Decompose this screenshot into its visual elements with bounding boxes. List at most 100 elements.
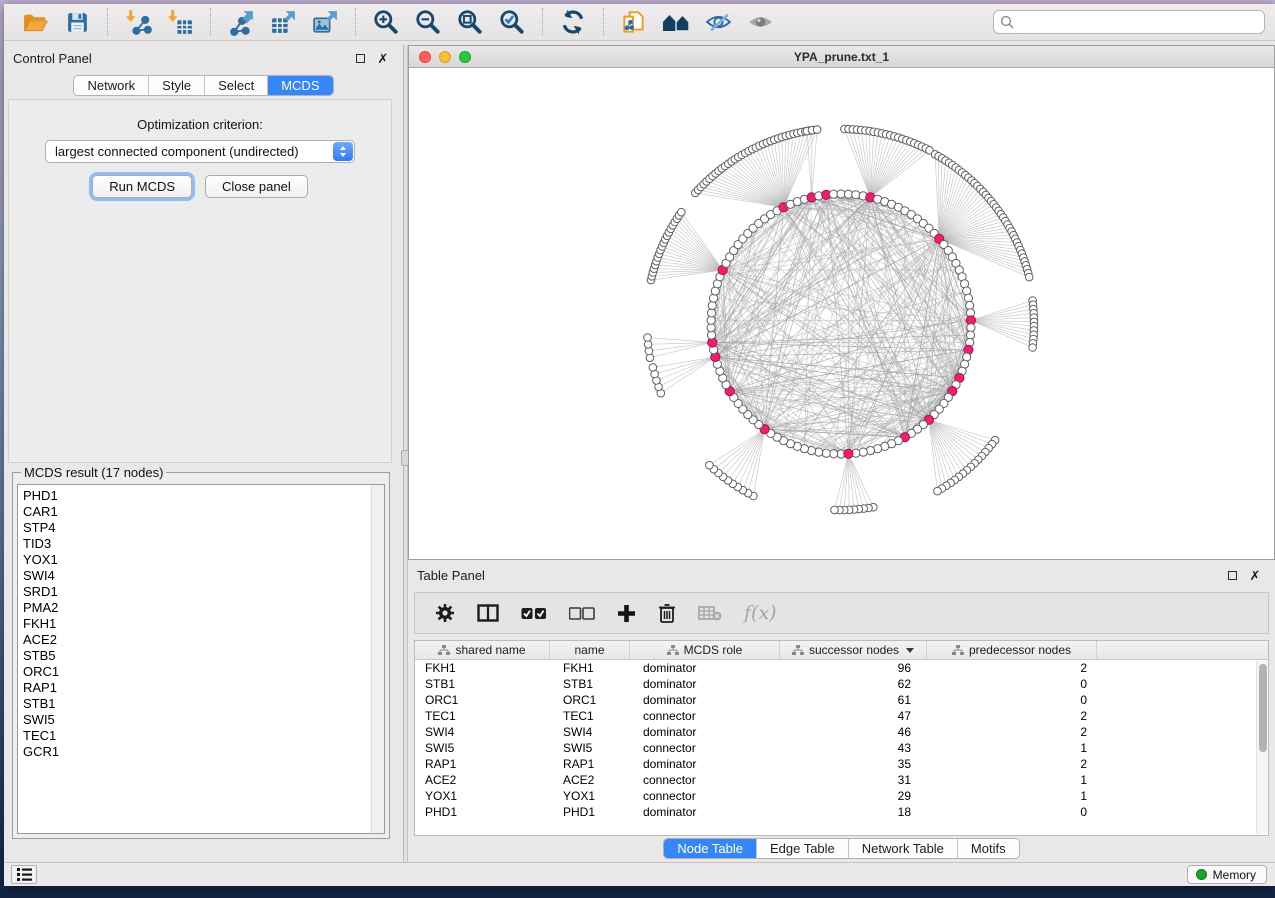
mcds-result-item[interactable]: SRD1 [23,584,384,600]
mcds-result-item[interactable]: STB1 [23,696,384,712]
mcds-result-item[interactable]: ORC1 [23,664,384,680]
mcds-result-item[interactable]: GCR1 [23,744,384,760]
graph-node[interactable] [706,461,714,469]
table-row[interactable]: ORC1ORC1dominator610 [415,692,1268,708]
table-row[interactable]: SWI4SWI4dominator462 [415,724,1268,740]
graph-node[interactable] [1025,273,1033,281]
graph-node[interactable] [678,208,686,216]
import-network-button[interactable] [120,7,156,37]
mcds-result-list[interactable]: PHD1CAR1STP4TID3YOX1SWI4SRD1PMA2FKH1ACE2… [17,484,385,834]
tab-select[interactable]: Select [204,76,267,95]
show-column-panel-button[interactable] [477,604,499,622]
minimize-traffic-light[interactable] [439,51,451,63]
mcds-result-item[interactable]: STB5 [23,648,384,664]
new-network-from-selection-button[interactable] [616,7,652,37]
mcds-result-item[interactable]: FKH1 [23,616,384,632]
select-all-columns-button[interactable] [521,607,547,620]
zoom-selected-button[interactable] [494,7,530,37]
network-graph[interactable] [409,68,1274,559]
show-all-button[interactable] [742,7,778,37]
run-mcds-button[interactable]: Run MCDS [92,175,192,198]
graph-node[interactable] [966,331,974,339]
column-header-name[interactable]: name [550,641,630,659]
hide-selected-button[interactable] [700,7,736,37]
column-header-successor-nodes[interactable]: successor nodes [780,641,927,659]
mcds-result-item[interactable]: CAR1 [23,504,384,520]
graph-node[interactable] [708,301,716,309]
table-row[interactable]: FKH1FKH1dominator962 [415,660,1268,676]
mcds-result-item[interactable]: ACE2 [23,632,384,648]
graph-node[interactable] [966,301,974,309]
export-table-button[interactable] [265,7,301,37]
table-row[interactable]: PHD1PHD1dominator180 [415,804,1268,820]
search-input[interactable] [993,10,1265,34]
graph-node[interactable] [831,506,839,514]
table-row[interactable]: YOX1YOX1connector291 [415,788,1268,804]
open-file-button[interactable] [17,7,53,37]
node-table[interactable]: shared namenameMCDS rolesuccessor nodesp… [414,640,1269,836]
table-settings-button[interactable] [435,603,455,623]
graph-node[interactable] [644,334,652,342]
list-scrollbar[interactable] [371,485,384,833]
tab-network-table[interactable]: Network Table [848,839,957,858]
export-image-button[interactable] [307,7,343,37]
graph-node[interactable] [859,448,867,456]
tab-style[interactable]: Style [148,76,204,95]
mcds-result-item[interactable]: SWI5 [23,712,384,728]
graph-node[interactable] [964,294,972,302]
graph-node[interactable] [707,309,715,317]
mcds-result-item[interactable]: RAP1 [23,680,384,696]
import-table-button[interactable] [162,7,198,37]
close-traffic-light[interactable] [419,51,431,63]
mcds-result-item[interactable]: STP4 [23,520,384,536]
save-session-button[interactable] [59,7,95,37]
mcds-result-item[interactable]: SWI4 [23,568,384,584]
column-header-predecessor-nodes[interactable]: predecessor nodes [927,641,1097,659]
memory-button[interactable]: Memory [1187,865,1267,884]
graph-node[interactable] [649,364,657,372]
optimization-criterion-select[interactable]: largest connected component (undirected) [45,140,355,163]
graph-node[interactable] [1029,344,1037,352]
apply-layout-button[interactable] [555,7,591,37]
mcds-result-item[interactable]: PMA2 [23,600,384,616]
table-row[interactable]: ACE2ACE2connector311 [415,772,1268,788]
graph-node[interactable] [813,126,821,134]
tab-motifs[interactable]: Motifs [957,839,1019,858]
zoom-out-button[interactable] [410,7,446,37]
zoom-in-button[interactable] [368,7,404,37]
graph-node-mcds[interactable] [844,449,853,458]
mcds-result-item[interactable]: TID3 [23,536,384,552]
maximize-traffic-light[interactable] [459,51,471,63]
column-header-shared-name[interactable]: shared name [415,641,550,659]
network-view[interactable] [409,68,1274,559]
mcds-result-item[interactable]: YOX1 [23,552,384,568]
mcds-result-item[interactable]: PHD1 [23,488,384,504]
scrollbar-thumb[interactable] [1259,664,1267,752]
graph-node[interactable] [852,191,860,199]
table-scrollbar[interactable] [1256,661,1267,834]
tab-edge-table[interactable]: Edge Table [756,839,848,858]
mcds-result-item[interactable]: TEC1 [23,728,384,744]
table-row[interactable]: RAP1RAP1dominator352 [415,756,1268,772]
graph-node[interactable] [934,487,942,495]
close-panel-button-mcds[interactable]: Close panel [205,175,308,198]
table-row[interactable]: SWI5SWI5connector431 [415,740,1268,756]
tab-node-table[interactable]: Node Table [664,839,756,858]
task-history-button[interactable] [11,865,37,884]
tab-network[interactable]: Network [74,76,148,95]
table-row[interactable]: TEC1TEC1connector472 [415,708,1268,724]
first-neighbors-button[interactable] [658,7,694,37]
close-table-panel-button[interactable]: ✗ [1247,567,1263,583]
create-column-button[interactable] [617,604,636,623]
zoom-fit-button[interactable] [452,7,488,37]
tab-mcds[interactable]: MCDS [267,76,332,95]
table-row[interactable]: STB1STB1dominator620 [415,676,1268,692]
unselect-all-columns-button[interactable] [569,607,595,620]
float-table-panel-button[interactable] [1224,567,1240,583]
float-panel-button[interactable] [352,50,368,66]
delete-column-button[interactable] [658,603,676,623]
graph-node[interactable] [822,449,830,457]
export-network-button[interactable] [223,7,259,37]
column-header-MCDS-role[interactable]: MCDS role [630,641,780,659]
close-panel-button[interactable]: ✗ [375,50,391,66]
